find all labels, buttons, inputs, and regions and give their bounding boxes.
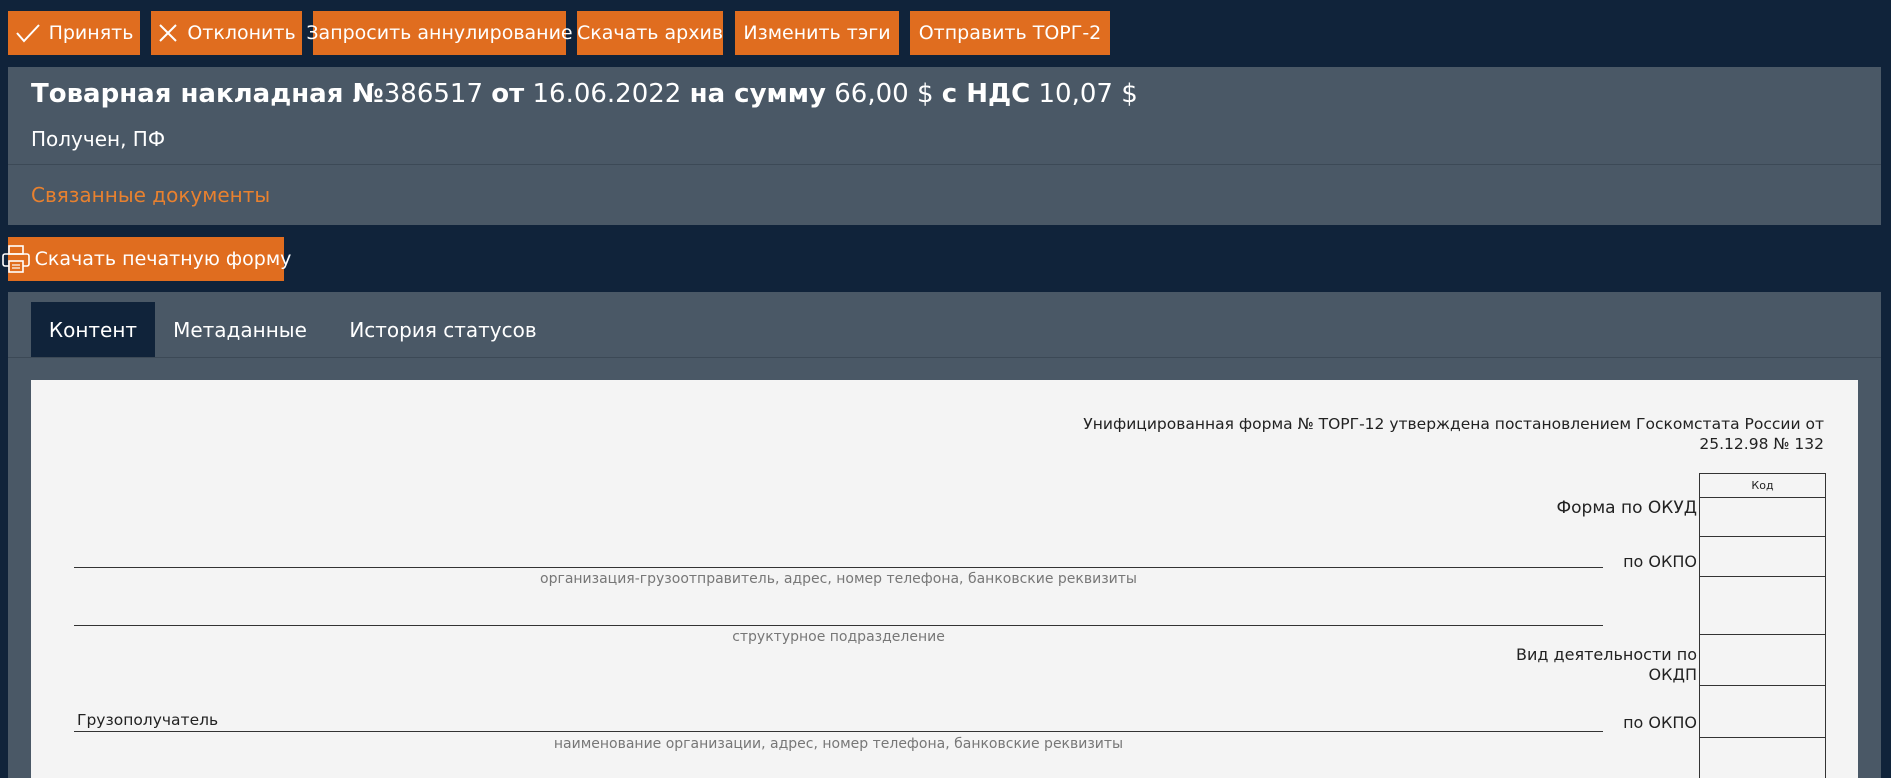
code-cell-okud [1699,498,1826,537]
document-header: Товарная накладная №386517 от 16.06.2022… [8,67,1881,225]
send-torg2-button[interactable]: Отправить ТОРГ-2 [910,11,1110,55]
printer-icon [1,244,31,274]
close-icon [157,22,179,44]
tab-status-history-label: История статусов [349,317,537,342]
vat-label: с НДС [941,79,1031,109]
change-tags-label: Изменить тэги [743,22,891,44]
okpo-label-2: по ОКПО [1623,713,1697,732]
consignee-label: Грузополучатель [77,711,219,729]
download-print-form-button[interactable]: Скачать печатную форму [1,237,291,281]
code-cell-okdp [1699,635,1826,686]
send-torg2-label: Отправить ТОРГ-2 [918,22,1102,44]
tab-metadata[interactable]: Метаданные [166,302,314,357]
tab-content[interactable]: Контент [31,302,155,357]
request-cancel-button[interactable]: Запросить аннулирование [306,11,573,55]
accept-button[interactable]: Принять [8,11,140,55]
okud-label: Форма по ОКУД [1556,498,1697,518]
code-cell-next [1699,738,1826,778]
page-title: Товарная накладная №386517 от 16.06.2022… [31,79,1138,109]
divider [8,164,1881,165]
consignee-caption: наименование организации, адрес, номер т… [553,736,1124,752]
doc-sum: 66,00 $ [834,79,934,109]
tab-content-label: Контент [48,317,138,342]
okdp-label-line1: Вид деятельности по [1516,645,1697,664]
code-header: Код [1699,473,1826,498]
status-text: Получен, ПФ [31,127,166,151]
consignee-line [74,731,1603,732]
form-note-line2: 25.12.98 № 132 [1699,435,1824,453]
subdivision-caption: структурное подразделение [732,629,945,645]
code-cell-okpo [1699,537,1826,577]
doc-date: 16.06.2022 [532,79,682,109]
code-cell-okpo2 [1699,686,1826,738]
download-print-form-label: Скачать печатную форму [34,248,292,270]
shipper-caption: организация-грузоотправитель, адрес, ном… [540,571,1137,587]
tab-metadata-label: Метаданные [173,317,307,342]
divider [8,357,1881,358]
doc-vat: 10,07 $ [1038,79,1138,109]
document-sheet: Унифицированная форма № ТОРГ-12 утвержде… [31,380,1858,778]
reject-button[interactable]: Отклонить [151,11,302,55]
download-archive-button[interactable]: Скачать архив [577,11,723,55]
subdivision-line [74,625,1603,626]
shipper-line [74,567,1603,568]
reject-label: Отклонить [187,22,296,44]
change-tags-button[interactable]: Изменить тэги [735,11,899,55]
okdp-label-line2: ОКДП [1648,665,1697,684]
accept-label: Принять [48,22,134,44]
doc-number: 386517 [383,79,484,109]
request-cancel-label: Запросить аннулирование [306,22,573,44]
download-archive-label: Скачать архив [576,22,724,44]
content-panel: Контент Метаданные История статусов Униф… [8,292,1881,778]
code-header-label: Код [1751,479,1774,492]
sum-label: на сумму [689,79,826,109]
from-label: от [491,79,525,109]
okpo-label: по ОКПО [1623,552,1697,571]
tab-status-history[interactable]: История статусов [333,302,553,357]
related-documents-link[interactable]: Связанные документы [31,183,270,207]
title-prefix: Товарная накладная № [31,79,384,109]
code-cell-blank [1699,577,1826,635]
form-note-line1: Унифицированная форма № ТОРГ-12 утвержде… [1083,415,1824,433]
checkmark-icon [15,22,41,44]
